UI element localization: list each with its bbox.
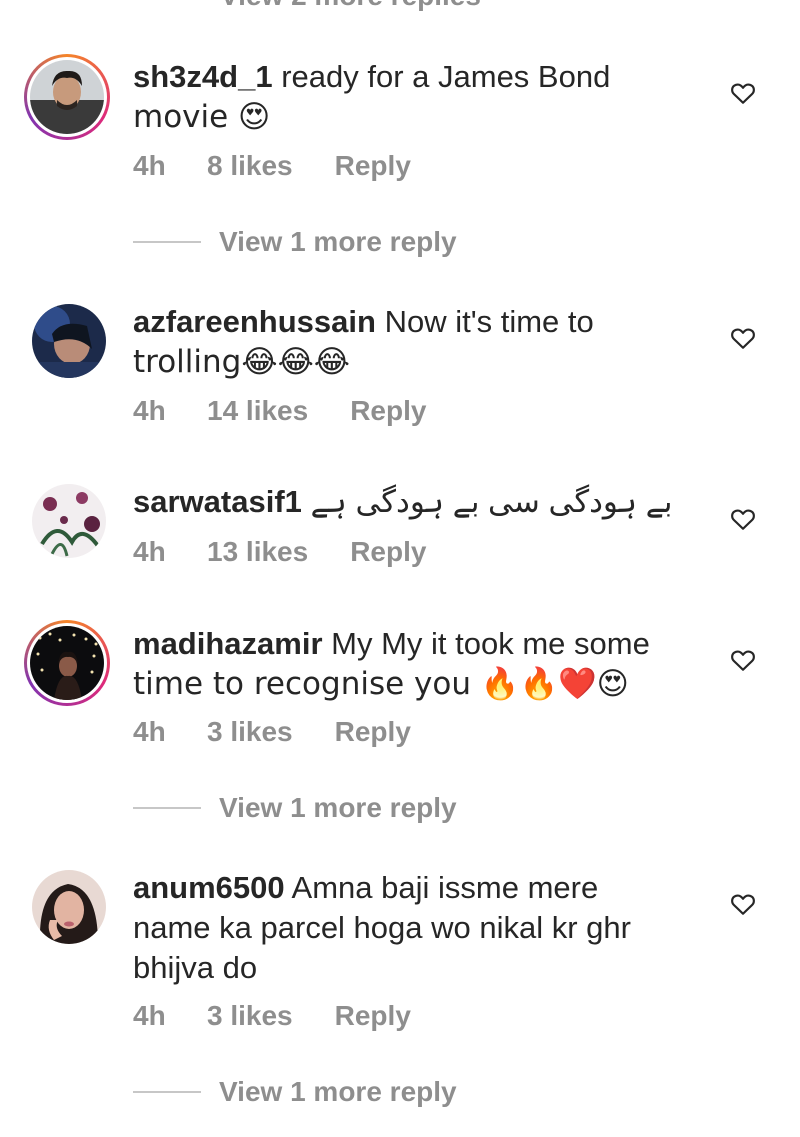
heart-icon[interactable] bbox=[730, 892, 756, 916]
comment-text: sh3z4d_1 ready for a James Bond movie 😍 bbox=[133, 57, 693, 137]
avatar[interactable] bbox=[32, 870, 106, 944]
comment-body-line2: time to recognise you 🔥🔥❤️😍 bbox=[133, 666, 629, 702]
comment-text: azfareenhussain Now it's time to trollin… bbox=[133, 302, 693, 382]
comment-time: 4h bbox=[133, 716, 166, 747]
comment-username[interactable]: madihazamir bbox=[133, 626, 323, 661]
reply-button[interactable]: Reply bbox=[335, 1000, 411, 1032]
comment-text: madihazamir My My it took me some time t… bbox=[133, 624, 693, 704]
comment-time: 4h bbox=[133, 395, 166, 426]
heart-icon[interactable] bbox=[730, 648, 756, 672]
view-more-replies-label[interactable]: View 1 more reply bbox=[219, 792, 457, 824]
divider-line bbox=[133, 241, 201, 243]
view-more-replies-link[interactable]: View 2 more replies bbox=[220, 0, 481, 12]
reply-button[interactable]: Reply bbox=[350, 536, 426, 568]
divider-line bbox=[133, 1091, 201, 1093]
comment-body-line2: name ka parcel hoga wo nikal kr ghr bbox=[133, 910, 631, 945]
comment-meta: 4h 3 likes Reply bbox=[133, 716, 411, 748]
reply-button[interactable]: Reply bbox=[350, 395, 426, 427]
heart-icon[interactable] bbox=[730, 507, 756, 531]
comment-text: sarwatasif1 بے ہودگی سی بے ہودگی ہے bbox=[133, 482, 693, 522]
comment-likes[interactable]: 13 likes bbox=[207, 536, 308, 568]
view-more-replies-label[interactable]: View 1 more reply bbox=[219, 1076, 457, 1108]
comment-username[interactable]: azfareenhussain bbox=[133, 304, 376, 339]
comment-username[interactable]: sarwatasif1 bbox=[133, 484, 302, 519]
comment-username[interactable]: anum6500 bbox=[133, 870, 285, 905]
comment-meta: 4h 8 likes Reply bbox=[133, 150, 411, 182]
heart-icon[interactable] bbox=[730, 81, 756, 105]
avatar[interactable] bbox=[32, 304, 106, 378]
reply-button[interactable]: Reply bbox=[335, 150, 411, 182]
heart-icon[interactable] bbox=[730, 326, 756, 350]
comment-time: 4h bbox=[133, 536, 166, 567]
comment-likes[interactable]: 14 likes bbox=[207, 395, 308, 427]
comment-body: ready for a James Bond bbox=[281, 59, 611, 94]
comment-time: 4h bbox=[133, 150, 166, 181]
view-more-replies[interactable]: View 1 more reply bbox=[133, 226, 457, 258]
comment-body-line3: bhijva do bbox=[133, 950, 258, 985]
view-more-replies-label[interactable]: View 1 more reply bbox=[219, 226, 457, 258]
comment-username[interactable]: sh3z4d_1 bbox=[133, 59, 273, 94]
comment-likes[interactable]: 3 likes bbox=[207, 716, 293, 748]
comment-likes[interactable]: 8 likes bbox=[207, 150, 293, 182]
comment-body: My My it took me some bbox=[331, 626, 650, 661]
avatar bbox=[30, 626, 104, 700]
view-more-replies[interactable]: View 1 more reply bbox=[133, 1076, 457, 1108]
comment-body: Amna baji issme mere bbox=[291, 870, 599, 905]
comment-body: Now it's time to bbox=[384, 304, 594, 339]
comment-body: بے ہودگی سی بے ہودگی ہے bbox=[310, 484, 673, 519]
avatar-story-ring[interactable] bbox=[24, 54, 110, 140]
avatar bbox=[30, 60, 104, 134]
comment-body-line2: movie 😍 bbox=[133, 99, 271, 135]
avatar[interactable] bbox=[32, 484, 106, 558]
comment-text: anum6500 Amna baji issme mere name ka pa… bbox=[133, 868, 693, 988]
comment-time: 4h bbox=[133, 1000, 166, 1031]
comment-meta: 4h 13 likes Reply bbox=[133, 536, 426, 568]
reply-button[interactable]: Reply bbox=[335, 716, 411, 748]
comment-likes[interactable]: 3 likes bbox=[207, 1000, 293, 1032]
avatar-story-ring[interactable] bbox=[24, 620, 110, 706]
view-more-replies[interactable]: View 1 more reply bbox=[133, 792, 457, 824]
divider-line bbox=[133, 807, 201, 809]
comment-body-line2: trolling😂😂😂 bbox=[133, 344, 351, 380]
comment-meta: 4h 3 likes Reply bbox=[133, 1000, 411, 1032]
comment-meta: 4h 14 likes Reply bbox=[133, 395, 426, 427]
